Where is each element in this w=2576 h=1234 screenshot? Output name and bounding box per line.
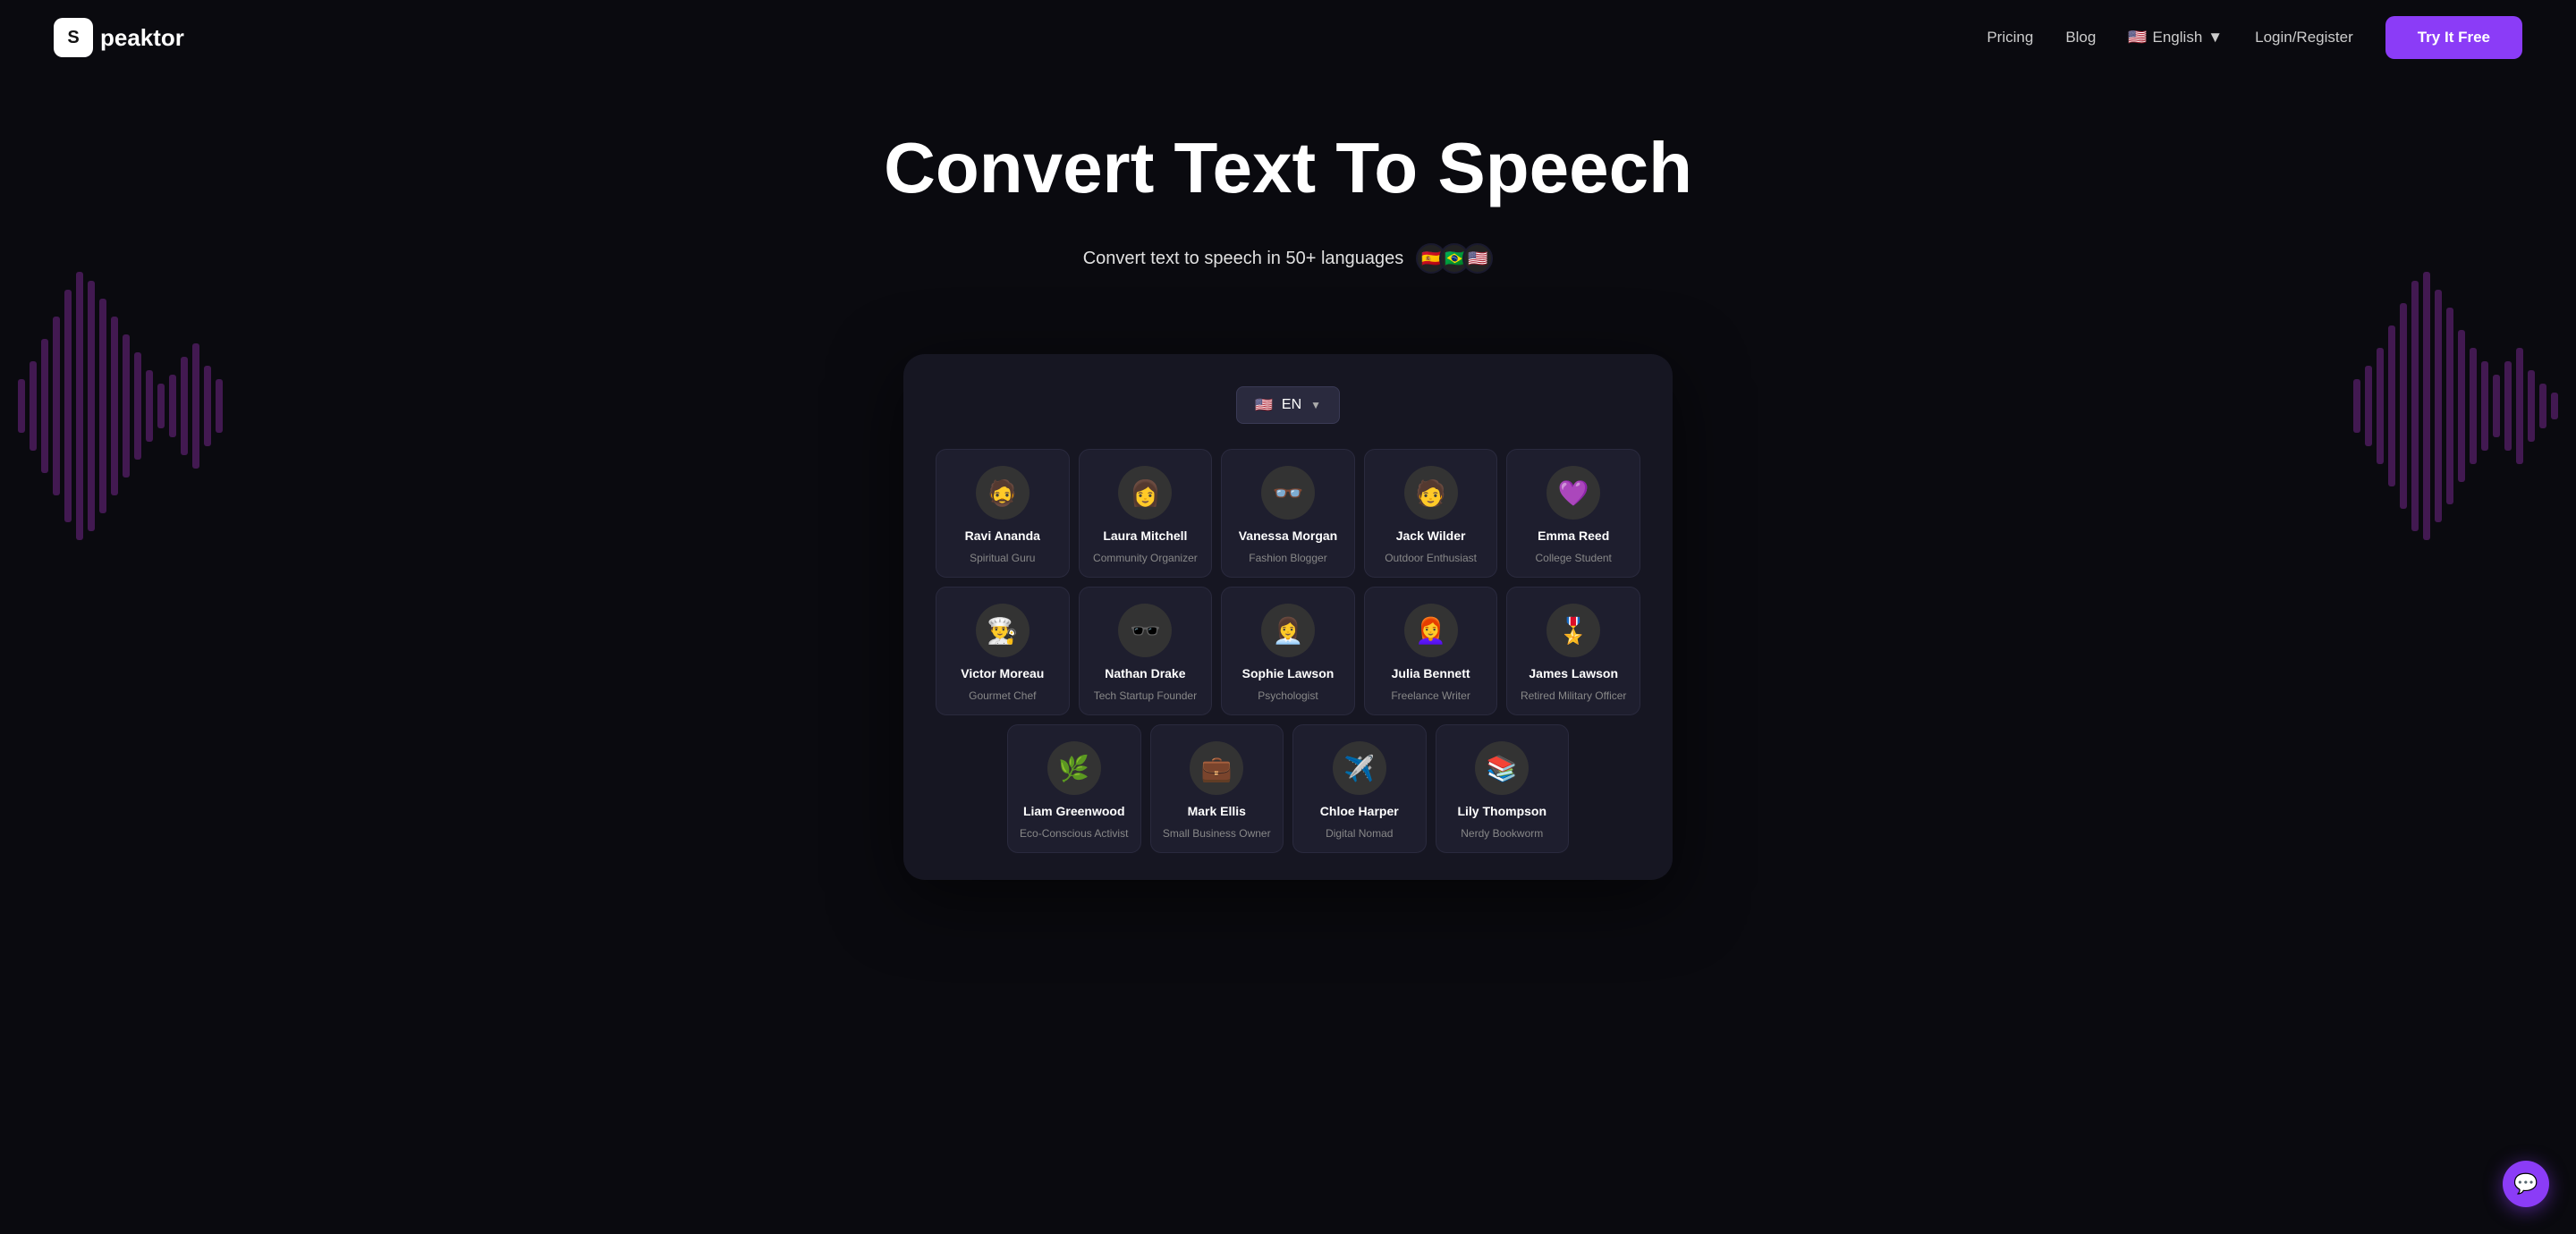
voice-card[interactable]: 🕶️ Nathan Drake Tech Startup Founder: [1079, 587, 1213, 715]
panel-lang-button[interactable]: 🇺🇸 EN ▼: [1236, 386, 1340, 424]
logo-icon: S: [54, 18, 93, 57]
voice-name: Victor Moreau: [961, 666, 1044, 680]
voice-avatar: 👓: [1261, 466, 1315, 520]
voice-role: Outdoor Enthusiast: [1385, 552, 1477, 564]
voice-card[interactable]: 💜 Emma Reed College Student: [1506, 449, 1640, 578]
voice-avatar: 🕶️: [1118, 604, 1172, 657]
voice-name: Ravi Ananda: [965, 528, 1040, 543]
language-flags: 🇪🇸 🇧🇷 🇺🇸: [1416, 243, 1493, 274]
voice-name: Liam Greenwood: [1023, 804, 1125, 818]
voice-role: Fashion Blogger: [1249, 552, 1326, 564]
voice-card[interactable]: 🎖️ James Lawson Retired Military Officer: [1506, 587, 1640, 715]
chat-icon: 💬: [2513, 1172, 2538, 1196]
hero-title: Convert Text To Speech: [18, 129, 2558, 207]
voice-name: Lily Thompson: [1457, 804, 1546, 818]
voice-role: Small Business Owner: [1163, 827, 1271, 840]
voice-card[interactable]: 🧔 Ravi Ananda Spiritual Guru: [936, 449, 1070, 578]
voice-avatar: 📚: [1475, 741, 1529, 795]
voice-card[interactable]: 💼 Mark Ellis Small Business Owner: [1150, 724, 1284, 853]
voice-card[interactable]: 👨‍🍳 Victor Moreau Gourmet Chef: [936, 587, 1070, 715]
logo-name: peaktor: [100, 24, 184, 52]
voice-avatar: 👩: [1118, 466, 1172, 520]
subtitle-row: Convert text to speech in 50+ languages …: [18, 243, 2558, 274]
panel-chevron-icon: ▼: [1310, 399, 1321, 411]
voice-name: James Lawson: [1529, 666, 1618, 680]
login-register-link[interactable]: Login/Register: [2255, 29, 2353, 46]
voice-name: Nathan Drake: [1105, 666, 1185, 680]
voice-panel: 🇺🇸 EN ▼ 🧔 Ravi Ananda Spiritual Guru 👩 L…: [903, 354, 1673, 880]
voice-role: Nerdy Bookworm: [1461, 827, 1543, 840]
panel-lang-label: EN: [1282, 397, 1301, 413]
panel-flag-icon: 🇺🇸: [1255, 396, 1273, 414]
nav-links: Pricing Blog 🇺🇸 English ▼ Login/Register…: [1987, 16, 2522, 59]
voice-role: Gourmet Chef: [969, 689, 1036, 702]
voice-avatar: 🧔: [976, 466, 1030, 520]
voice-role: Freelance Writer: [1391, 689, 1470, 702]
voice-card[interactable]: 👓 Vanessa Morgan Fashion Blogger: [1221, 449, 1355, 578]
chat-button[interactable]: 💬: [2503, 1161, 2549, 1207]
voice-card[interactable]: 👩‍🦰 Julia Bennett Freelance Writer: [1364, 587, 1498, 715]
chevron-down-icon: ▼: [2207, 29, 2223, 46]
voice-card[interactable]: 👩‍💼 Sophie Lawson Psychologist: [1221, 587, 1355, 715]
subtitle-text: Convert text to speech in 50+ languages: [1083, 249, 1404, 269]
voice-name: Chloe Harper: [1320, 804, 1399, 818]
voice-name: Laura Mitchell: [1103, 528, 1187, 543]
voice-role: Tech Startup Founder: [1094, 689, 1197, 702]
voice-avatar: 🎖️: [1546, 604, 1600, 657]
logo[interactable]: S peaktor: [54, 18, 184, 57]
us-flag-icon: 🇺🇸: [2128, 29, 2147, 46]
voice-card[interactable]: ✈️ Chloe Harper Digital Nomad: [1292, 724, 1427, 853]
language-label: English: [2153, 29, 2203, 46]
voice-avatar: 💜: [1546, 466, 1600, 520]
panel-lang-dropdown: 🇺🇸 EN ▼: [936, 386, 1640, 424]
voice-avatar: 👩‍🦰: [1404, 604, 1458, 657]
voice-name: Sophie Lawson: [1242, 666, 1335, 680]
voice-role: Psychologist: [1258, 689, 1318, 702]
try-free-button[interactable]: Try It Free: [2385, 16, 2522, 59]
voice-avatar: 🌿: [1047, 741, 1101, 795]
voice-avatar: 👩‍💼: [1261, 604, 1315, 657]
voice-role: Spiritual Guru: [970, 552, 1035, 564]
navbar: S peaktor Pricing Blog 🇺🇸 English ▼ Logi…: [0, 0, 2576, 75]
usa-flag-icon: 🇺🇸: [1462, 243, 1493, 274]
voice-role: Retired Military Officer: [1521, 689, 1626, 702]
hero-section: Convert Text To Speech Convert text to s…: [0, 75, 2576, 354]
voice-card[interactable]: 🌿 Liam Greenwood Eco-Conscious Activist: [1007, 724, 1141, 853]
voice-avatar: 🧑: [1404, 466, 1458, 520]
voice-role: College Student: [1535, 552, 1611, 564]
voice-role: Community Organizer: [1093, 552, 1198, 564]
blog-link[interactable]: Blog: [2065, 29, 2096, 46]
voice-name: Jack Wilder: [1396, 528, 1466, 543]
voice-name: Julia Bennett: [1392, 666, 1470, 680]
language-selector[interactable]: 🇺🇸 English ▼: [2128, 29, 2223, 46]
voice-role: Eco-Conscious Activist: [1020, 827, 1128, 840]
voice-grid-row3: 🌿 Liam Greenwood Eco-Conscious Activist …: [936, 724, 1640, 853]
voice-name: Vanessa Morgan: [1239, 528, 1338, 543]
voice-card[interactable]: 👩 Laura Mitchell Community Organizer: [1079, 449, 1213, 578]
pricing-link[interactable]: Pricing: [1987, 29, 2033, 46]
voice-role: Digital Nomad: [1326, 827, 1393, 840]
voice-avatar: 💼: [1190, 741, 1243, 795]
voice-avatar: 👨‍🍳: [976, 604, 1030, 657]
voice-name: Emma Reed: [1538, 528, 1609, 543]
panel-wrapper: 🇺🇸 EN ▼ 🧔 Ravi Ananda Spiritual Guru 👩 L…: [0, 354, 2576, 934]
voice-card[interactable]: 📚 Lily Thompson Nerdy Bookworm: [1436, 724, 1570, 853]
voice-grid-row2: 👨‍🍳 Victor Moreau Gourmet Chef 🕶️ Nathan…: [936, 587, 1640, 715]
voice-grid-row1: 🧔 Ravi Ananda Spiritual Guru 👩 Laura Mit…: [936, 449, 1640, 578]
voice-card[interactable]: 🧑 Jack Wilder Outdoor Enthusiast: [1364, 449, 1498, 578]
voice-name: Mark Ellis: [1188, 804, 1246, 818]
voice-avatar: ✈️: [1333, 741, 1386, 795]
